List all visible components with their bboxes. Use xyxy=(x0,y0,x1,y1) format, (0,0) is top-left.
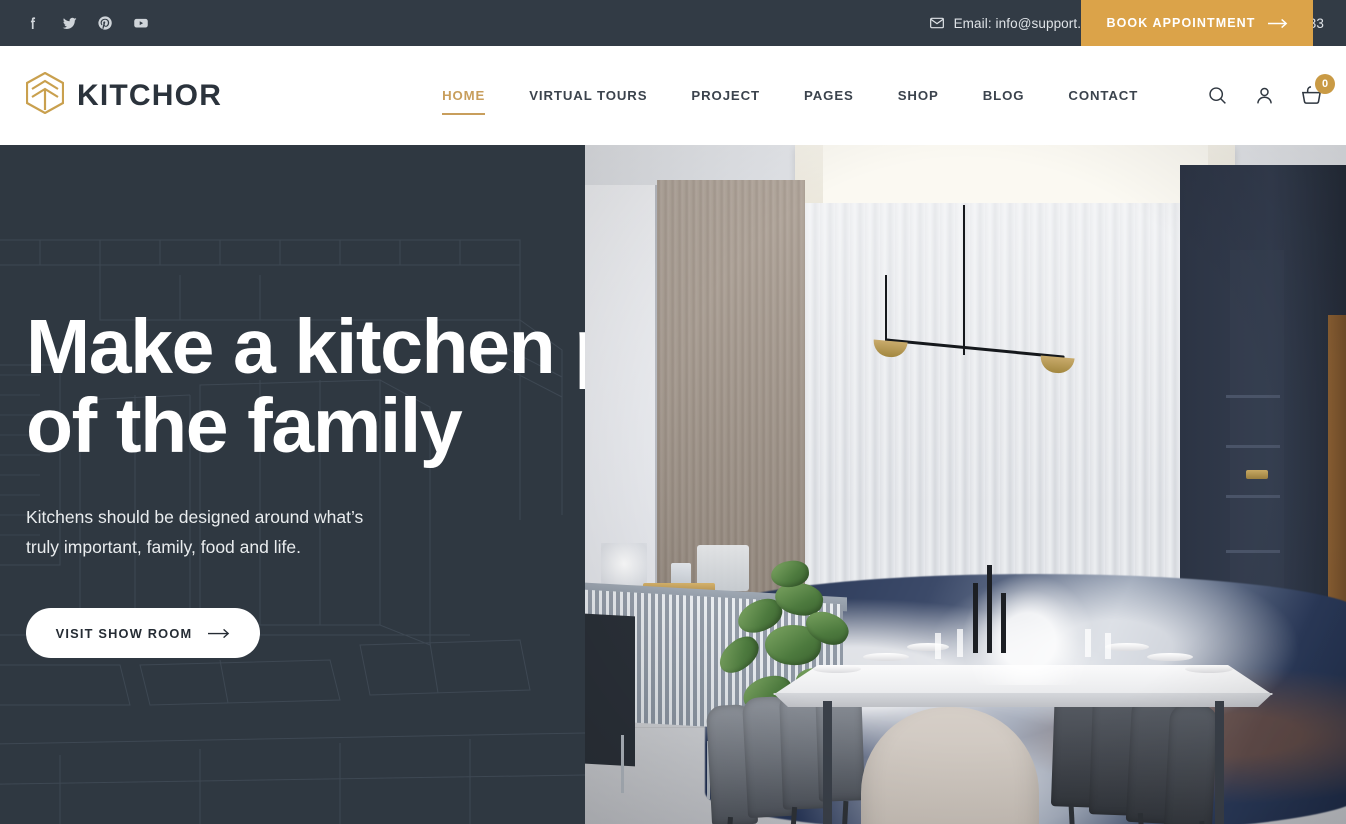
nav-item-shop[interactable]: SHOP xyxy=(876,89,961,102)
hero-title-line-2: of the family xyxy=(26,383,463,469)
nav-item-virtual-tours[interactable]: VIRTUAL TOURS xyxy=(507,89,669,102)
hero-title-line-1: Make a kitchen part xyxy=(26,304,585,390)
top-bar: Email: info@support.com Call us: +844 12… xyxy=(0,0,1346,46)
hero-photo xyxy=(585,145,1346,824)
site-header: KITCHOR HOME VIRTUAL TOURS PROJECT PAGES… xyxy=(0,46,1346,145)
hero-text-panel: Make a kitchen part of the family Kitche… xyxy=(0,145,585,824)
nav-item-home[interactable]: HOME xyxy=(420,89,507,116)
dining-room-interior-image xyxy=(585,145,1346,824)
hexagon-logo-icon xyxy=(25,71,65,119)
hero-subtitle: Kitchens should be designed around what’… xyxy=(26,502,426,562)
nav-item-project[interactable]: PROJECT xyxy=(669,89,782,102)
cart-count-badge: 0 xyxy=(1315,73,1335,94)
hero-subtitle-line-1: Kitchens should be designed around what’… xyxy=(26,507,364,527)
arrow-right-icon xyxy=(1267,18,1288,29)
hero-section: Make a kitchen part of the family Kitche… xyxy=(0,145,1346,824)
main-navigation: HOME VIRTUAL TOURS PROJECT PAGES SHOP BL… xyxy=(420,89,1160,116)
book-appointment-button[interactable]: BOOK APPOINTMENT xyxy=(1081,0,1313,46)
book-appointment-label: BOOK APPOINTMENT xyxy=(1106,16,1256,30)
nav-item-contact[interactable]: CONTACT xyxy=(1046,89,1160,102)
header-actions: 0 xyxy=(1204,73,1335,109)
nav-item-blog[interactable]: BLOG xyxy=(961,89,1047,102)
twitter-icon[interactable] xyxy=(58,12,80,34)
search-icon[interactable] xyxy=(1204,83,1230,109)
hero-content: Make a kitchen part of the family Kitche… xyxy=(0,145,585,658)
hero-subtitle-line-2: truly important, family, food and life. xyxy=(26,537,301,557)
logo-text: KITCHOR xyxy=(77,78,223,112)
social-links xyxy=(0,12,152,34)
logo[interactable]: KITCHOR xyxy=(25,71,223,119)
hero-title: Make a kitchen part of the family xyxy=(26,308,585,466)
pinterest-icon[interactable] xyxy=(94,12,116,34)
envelope-icon xyxy=(929,15,945,31)
visit-show-room-button[interactable]: VISIT SHOW ROOM xyxy=(26,608,260,658)
youtube-icon[interactable] xyxy=(130,12,152,34)
user-icon[interactable] xyxy=(1251,83,1277,109)
visit-show-room-label: VISIT SHOW ROOM xyxy=(55,625,193,641)
nav-item-pages[interactable]: PAGES xyxy=(782,89,876,102)
facebook-icon[interactable] xyxy=(22,12,44,34)
basket-icon[interactable]: 0 xyxy=(1298,73,1335,109)
arrow-right-icon xyxy=(208,628,230,639)
